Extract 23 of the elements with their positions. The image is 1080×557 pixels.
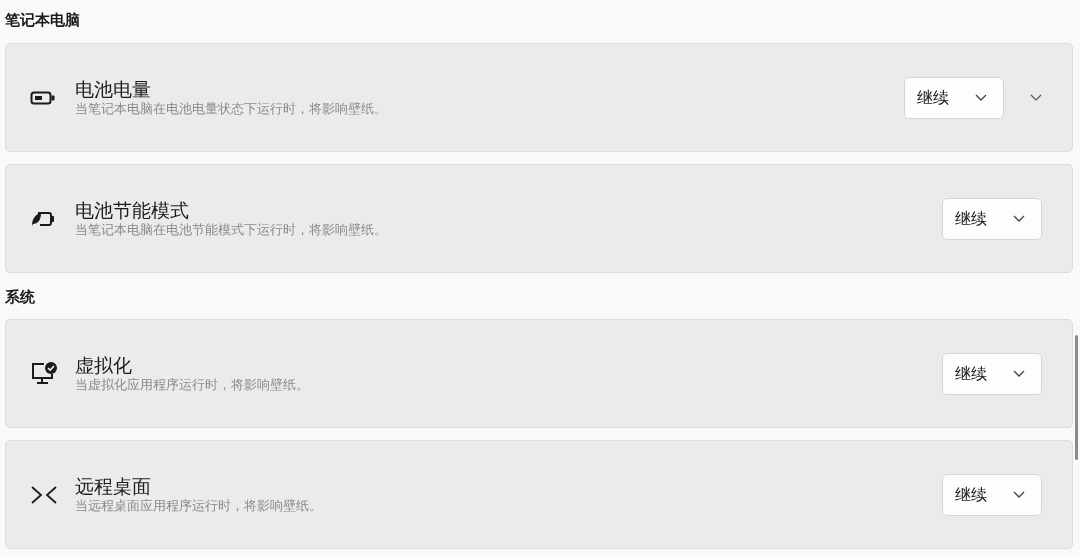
chevron-down-icon <box>1013 214 1025 223</box>
dropdown[interactable]: 继续 <box>942 352 1042 395</box>
monitor-check-icon <box>30 360 58 387</box>
section-heading: 笔记本电脑 <box>5 10 81 30</box>
setting-title: 电池节能模式 <box>75 198 189 221</box>
setting-description: 当虚拟化应用程序运行时，将影响壁纸。 <box>75 375 309 394</box>
setting-description: 当远程桌面应用程序运行时，将影响壁纸。 <box>75 496 322 515</box>
setting-description: 当笔记本电脑在电池电量状态下运行时，将影响壁纸。 <box>75 99 387 118</box>
chevron-down-icon <box>1013 490 1025 499</box>
dropdown[interactable]: 继续 <box>942 197 1042 240</box>
setting-title: 远程桌面 <box>75 474 151 497</box>
remote-desktop-icon <box>30 483 58 506</box>
battery-icon <box>30 89 56 106</box>
dropdown[interactable]: 继续 <box>942 473 1042 516</box>
chevron-down-icon <box>1013 369 1025 378</box>
setting-title: 电池电量 <box>75 77 151 100</box>
chevron-down-icon <box>975 93 987 102</box>
section-heading: 系统 <box>5 287 36 307</box>
scrollbar[interactable] <box>1075 335 1078 460</box>
dropdown[interactable]: 继续 <box>904 76 1004 119</box>
setting-description: 当笔记本电脑在电池节能模式下运行时，将影响壁纸。 <box>75 220 387 239</box>
setting-title: 虚拟化 <box>75 353 132 376</box>
chevron-down-icon <box>1030 93 1042 102</box>
